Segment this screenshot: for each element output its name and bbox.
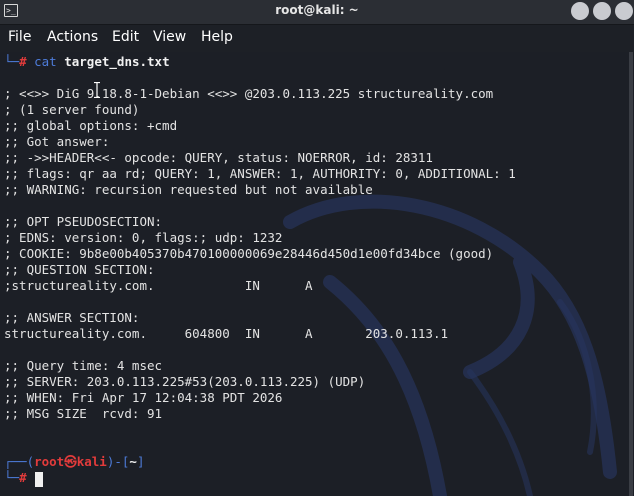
menu-view[interactable]: View bbox=[153, 29, 186, 45]
menu-edit[interactable]: Edit bbox=[112, 29, 139, 45]
menu-bar: File Actions Edit View Help bbox=[0, 25, 634, 52]
command-argument: target_dns.txt bbox=[64, 54, 170, 69]
command-name: cat bbox=[34, 54, 57, 69]
output-line: ;; QUESTION SECTION: bbox=[4, 262, 155, 277]
text-cursor bbox=[35, 472, 43, 487]
output-line: ; <<>> DiG 9.18.8-1-Debian <<>> @203.0.1… bbox=[4, 86, 494, 101]
output-line: ;; OPT PSEUDOSECTION: bbox=[4, 214, 163, 229]
output-line: structureality.com. 604800 IN A 203.0.11… bbox=[4, 326, 449, 341]
prompt-line-bottom: └─# bbox=[4, 470, 27, 485]
output-line: ;; ->>HEADER<<- opcode: QUERY, status: N… bbox=[4, 150, 433, 165]
output-line: ;structureality.com. IN A bbox=[4, 278, 313, 293]
prompt-host: kali bbox=[76, 454, 107, 469]
output-line: ; (1 server found) bbox=[4, 102, 140, 117]
output-line: ;; global options: +cmd bbox=[4, 118, 178, 133]
prompt-user: root bbox=[34, 454, 65, 469]
output-line: ;; flags: qr aa rd; QUERY: 1, ANSWER: 1,… bbox=[4, 166, 516, 181]
mouse-ibeam-icon bbox=[94, 82, 100, 98]
output-line: ; EDNS: version: 0, flags:; udp: 1232 bbox=[4, 230, 283, 245]
output-line: ;; MSG SIZE rcvd: 91 bbox=[4, 406, 163, 421]
output-line: ;; SERVER: 203.0.113.225#53(203.0.113.22… bbox=[4, 374, 366, 389]
window-title: root@kali: ~ bbox=[275, 3, 359, 17]
output-line: ;; Got answer: bbox=[4, 134, 110, 149]
output-line: ;; Query time: 4 msec bbox=[4, 358, 163, 373]
output-line: ;; WARNING: recursion requested but not … bbox=[4, 182, 373, 197]
close-button[interactable] bbox=[615, 2, 633, 20]
output-line: ; COOKIE: 9b8e00b405370b470100000069e284… bbox=[4, 246, 494, 261]
minimize-button[interactable] bbox=[571, 2, 589, 20]
prompt-at-symbol: ㉿ bbox=[64, 454, 77, 469]
terminal-area[interactable]: └─# cat target_dns.txt ; <<>> DiG 9.18.8… bbox=[0, 52, 634, 496]
prompt-path: ~ bbox=[129, 454, 137, 469]
title-bar: >_ root@kali: ~ bbox=[0, 0, 634, 25]
output-line: ;; ANSWER SECTION: bbox=[4, 310, 140, 325]
menu-actions[interactable]: Actions bbox=[47, 29, 98, 45]
scrollbar[interactable] bbox=[628, 52, 634, 496]
prompt-line-top: ┌──(root㉿kali)-[~] bbox=[4, 454, 145, 469]
maximize-button[interactable] bbox=[593, 2, 611, 20]
previous-command-line: └─# cat target_dns.txt bbox=[4, 54, 170, 69]
output-line: ;; WHEN: Fri Apr 17 12:04:38 PDT 2026 bbox=[4, 390, 283, 405]
menu-file[interactable]: File bbox=[8, 29, 31, 45]
menu-help[interactable]: Help bbox=[201, 29, 233, 45]
